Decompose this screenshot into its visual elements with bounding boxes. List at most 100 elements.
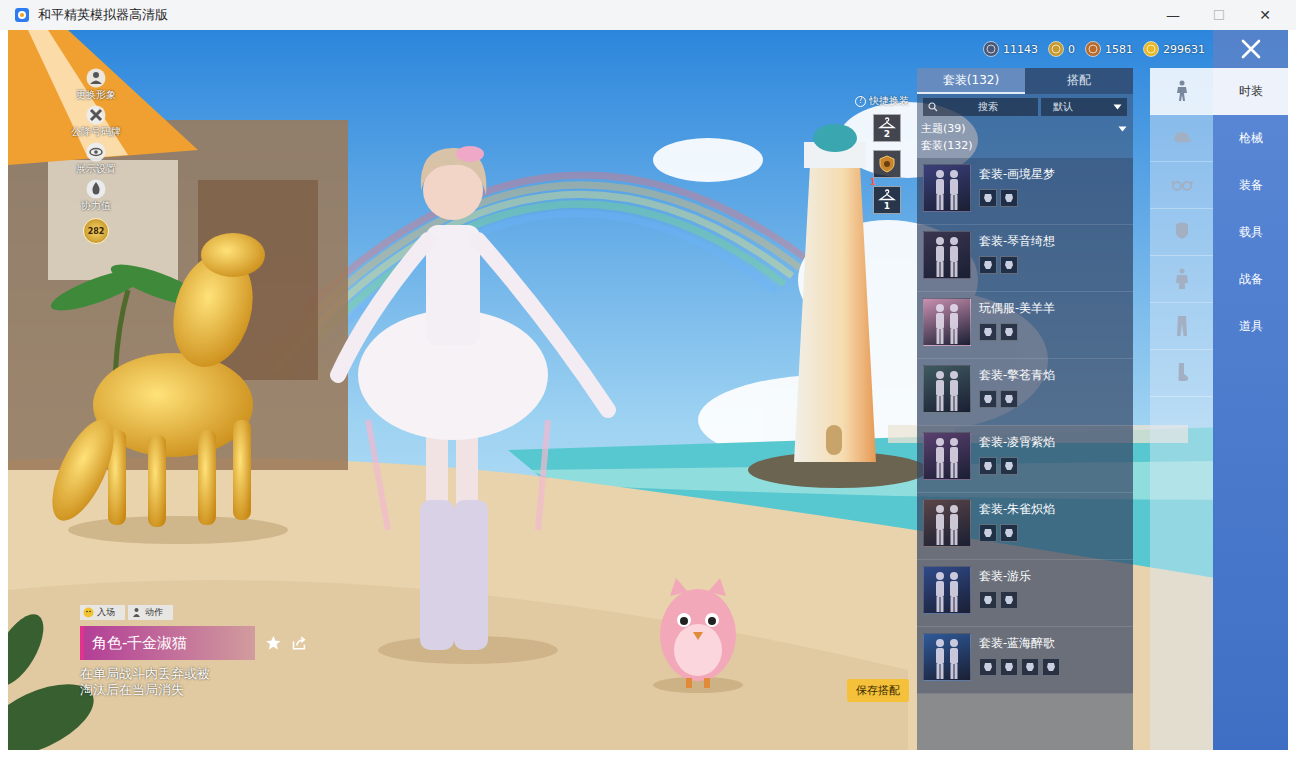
currency: 11143 xyxy=(983,41,1038,57)
outfit-name: 套装-琴音绮想 xyxy=(979,234,1055,249)
outfit-thumbnail xyxy=(923,298,971,346)
outfit-tabs: 套装(132)搭配 xyxy=(917,68,1133,94)
glasses-icon xyxy=(1170,173,1194,197)
part-icon xyxy=(1003,192,1015,204)
star-icon[interactable] xyxy=(265,633,282,653)
category-icon-cell[interactable] xyxy=(1150,68,1213,115)
currency-icon xyxy=(1048,41,1064,57)
category-icon-cell[interactable] xyxy=(1150,162,1213,209)
currency-bar: 1114301581299631 xyxy=(983,41,1205,57)
character-info: 入场动作角色-千金淑猫在单局战斗内丢弃或被淘汰后在当局消失 xyxy=(80,605,308,698)
part-icon xyxy=(982,594,994,606)
emblem-icon xyxy=(878,155,896,173)
category-icon-cell[interactable] xyxy=(1150,209,1213,256)
character-tab[interactable]: 动作 xyxy=(128,605,173,620)
outfit-parts xyxy=(979,524,1055,542)
part-icon xyxy=(1003,326,1015,338)
window-controls: —☐✕ xyxy=(1150,0,1288,30)
character-name-row: 角色-千金淑猫 xyxy=(80,626,308,660)
outfit-item[interactable]: 套装-蓝海醉歌 xyxy=(917,627,1133,694)
outfit-tab[interactable]: 套装(132) xyxy=(917,68,1025,94)
outfit-figure-icon xyxy=(927,234,967,278)
quick-outfit-slot[interactable] xyxy=(873,150,901,178)
eye-icon[interactable] xyxy=(86,142,106,162)
outfit-name: 套装-画境星梦 xyxy=(979,167,1055,182)
theme-chevron-icon xyxy=(1118,126,1127,132)
outfit-thumbnail xyxy=(923,566,971,614)
outfit-name: 套装-擎苍青焰 xyxy=(979,368,1055,383)
save-outfit-button[interactable]: 保存搭配 xyxy=(847,679,909,702)
menu-item[interactable]: 枪械 xyxy=(1213,115,1288,162)
outfit-item[interactable]: 套装-朱雀炽焰 xyxy=(917,493,1133,560)
outfit-figure-icon xyxy=(927,569,967,613)
outfit-item[interactable]: 玩偶服-美羊羊 xyxy=(917,292,1133,359)
category-icon-cell[interactable] xyxy=(1150,350,1213,397)
category-icon-cell[interactable] xyxy=(1150,115,1213,162)
outfit-info: 套装-游乐 xyxy=(979,566,1031,620)
plate-icon[interactable] xyxy=(86,105,106,125)
hanger-icon xyxy=(878,117,896,129)
mask-icon xyxy=(1170,220,1194,244)
currency-amount: 11143 xyxy=(1003,43,1038,56)
part-icon xyxy=(1003,527,1015,539)
help-icon[interactable]: ? xyxy=(855,96,866,107)
outfit-item[interactable]: 套装-画境星梦 xyxy=(917,158,1133,225)
avatar-icon[interactable] xyxy=(86,68,106,88)
side-action[interactable]: 展示设置 xyxy=(76,142,116,176)
outfit-name: 套装-凌霄紫焰 xyxy=(979,435,1055,450)
category-icon-cell[interactable] xyxy=(1150,256,1213,303)
outfit-thumbnail xyxy=(923,365,971,413)
quick-outfit-slot[interactable]: 11 xyxy=(873,186,901,214)
part-icon xyxy=(982,326,994,338)
character-description: 在单局战斗内丢弃或被淘汰后在当局消失 xyxy=(80,666,215,698)
side-action[interactable]: 公降号码牌 xyxy=(71,105,121,139)
outfit-part xyxy=(1000,457,1018,475)
top-icon xyxy=(1170,267,1194,291)
part-icon xyxy=(982,661,994,673)
outfit-tab[interactable]: 搭配 xyxy=(1025,68,1133,94)
scene-area: 更换形象公降号码牌展示设置协力值 282 入场动作角色-千金淑猫在单局战斗内丢弃或被… xyxy=(8,68,917,750)
side-action-label: 展示设置 xyxy=(76,162,116,176)
outfit-item[interactable]: 套装-游乐 xyxy=(917,560,1133,627)
character-tabs: 入场动作 xyxy=(80,605,308,620)
quick-outfit-slot[interactable]: 2 xyxy=(873,114,901,142)
character-tab[interactable]: 入场 xyxy=(80,605,125,620)
outfit-part xyxy=(979,256,997,274)
outfit-item[interactable]: 套装-擎苍青焰 xyxy=(917,359,1133,426)
theme-filter[interactable]: 主题(39) xyxy=(917,120,1133,137)
menu-item[interactable]: 时装 xyxy=(1213,68,1288,115)
outfit-parts xyxy=(979,658,1060,676)
pants-icon xyxy=(1170,314,1194,338)
window-control-button[interactable]: ✕ xyxy=(1242,0,1288,30)
quick-outfit-slots: 2 11 xyxy=(873,114,901,214)
window-control-button[interactable]: — xyxy=(1150,0,1196,30)
outfit-part xyxy=(1042,658,1060,676)
outfit-icon xyxy=(1170,79,1194,103)
close-button[interactable] xyxy=(1213,30,1288,68)
level-badge[interactable]: 282 xyxy=(83,218,109,244)
menu-item[interactable]: 道具 xyxy=(1213,303,1288,350)
part-icon xyxy=(1003,594,1015,606)
category-icon-cell[interactable] xyxy=(1150,303,1213,350)
outfit-name: 玩偶服-美羊羊 xyxy=(979,301,1055,316)
side-action[interactable]: 协力值 xyxy=(81,179,111,213)
character-name: 角色-千金淑猫 xyxy=(80,626,255,660)
menu-item[interactable]: 战备 xyxy=(1213,256,1288,303)
part-icon xyxy=(982,259,994,271)
part-icon xyxy=(982,192,994,204)
part-icon xyxy=(982,393,994,405)
outfit-item[interactable]: 套装-凌霄紫焰 xyxy=(917,426,1133,493)
menu-item[interactable]: 载具 xyxy=(1213,209,1288,256)
sort-select[interactable]: 默认 xyxy=(1041,98,1127,116)
outfit-name: 套装-朱雀炽焰 xyxy=(979,502,1055,517)
share-icon[interactable] xyxy=(291,633,308,653)
flame-icon[interactable] xyxy=(86,179,106,199)
search-field[interactable]: 搜索 xyxy=(923,98,1038,116)
menu-item[interactable]: 装备 xyxy=(1213,162,1288,209)
quick-outfit: ?快捷换装211 xyxy=(855,94,909,214)
outfit-item[interactable]: 套装-琴音绮想 xyxy=(917,225,1133,292)
outfit-info: 套装-琴音绮想 xyxy=(979,231,1055,285)
close-icon[interactable] xyxy=(1240,38,1262,60)
side-action[interactable]: 更换形象 xyxy=(76,68,116,102)
outfit-part xyxy=(1000,591,1018,609)
